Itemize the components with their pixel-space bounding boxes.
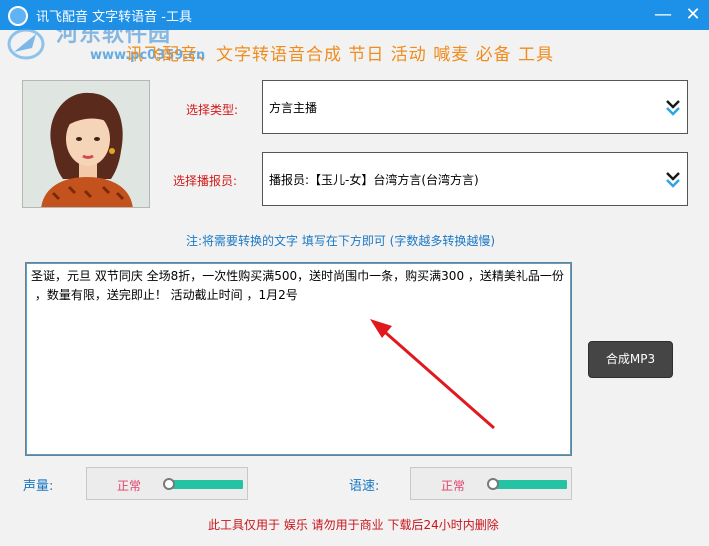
minimize-button[interactable]: — bbox=[650, 2, 676, 28]
type-select-value: 方言主播 bbox=[269, 101, 318, 115]
synthesize-mp3-button[interactable]: 合成MP3 bbox=[588, 341, 673, 378]
speaker-avatar bbox=[22, 80, 150, 208]
volume-slider[interactable]: 正常 bbox=[86, 467, 248, 500]
type-label: 选择类型: bbox=[186, 103, 239, 117]
volume-value: 正常 bbox=[117, 479, 142, 493]
app-icon bbox=[8, 6, 28, 26]
volume-label: 声量: bbox=[23, 479, 54, 494]
volume-knob[interactable] bbox=[163, 478, 175, 490]
speaker-select[interactable]: 播报员:【玉儿-女】台湾方言(台湾方言) bbox=[262, 152, 688, 206]
chevron-down-icon[interactable] bbox=[665, 97, 681, 119]
watermark-logo-icon bbox=[7, 28, 45, 60]
speaker-select-value: 播报员:【玉儿-女】台湾方言(台湾方言) bbox=[269, 173, 479, 187]
footer-notice: 此工具仅用于 娱乐 请勿用于商业 下载后24小时内删除 bbox=[208, 518, 499, 532]
type-select[interactable]: 方言主播 bbox=[262, 80, 688, 134]
close-button[interactable]: ✕ bbox=[680, 2, 706, 28]
speed-knob[interactable] bbox=[487, 478, 499, 490]
headline-banner: 讯飞配音、文字转语音合成 节日 活动 喊麦 必备 工具 bbox=[126, 45, 555, 65]
red-arrow-annotation bbox=[370, 319, 495, 430]
speed-track[interactable] bbox=[489, 480, 567, 489]
speaker-label: 选择播报员: bbox=[173, 174, 238, 188]
speed-label: 语速: bbox=[349, 479, 380, 494]
speed-slider[interactable]: 正常 bbox=[410, 467, 572, 500]
speed-value: 正常 bbox=[441, 479, 466, 493]
volume-track[interactable] bbox=[165, 480, 243, 489]
input-hint: 注:将需要转换的文字 填写在下方即可 (字数越多转换越慢) bbox=[186, 234, 496, 248]
chevron-down-icon[interactable] bbox=[665, 169, 681, 191]
